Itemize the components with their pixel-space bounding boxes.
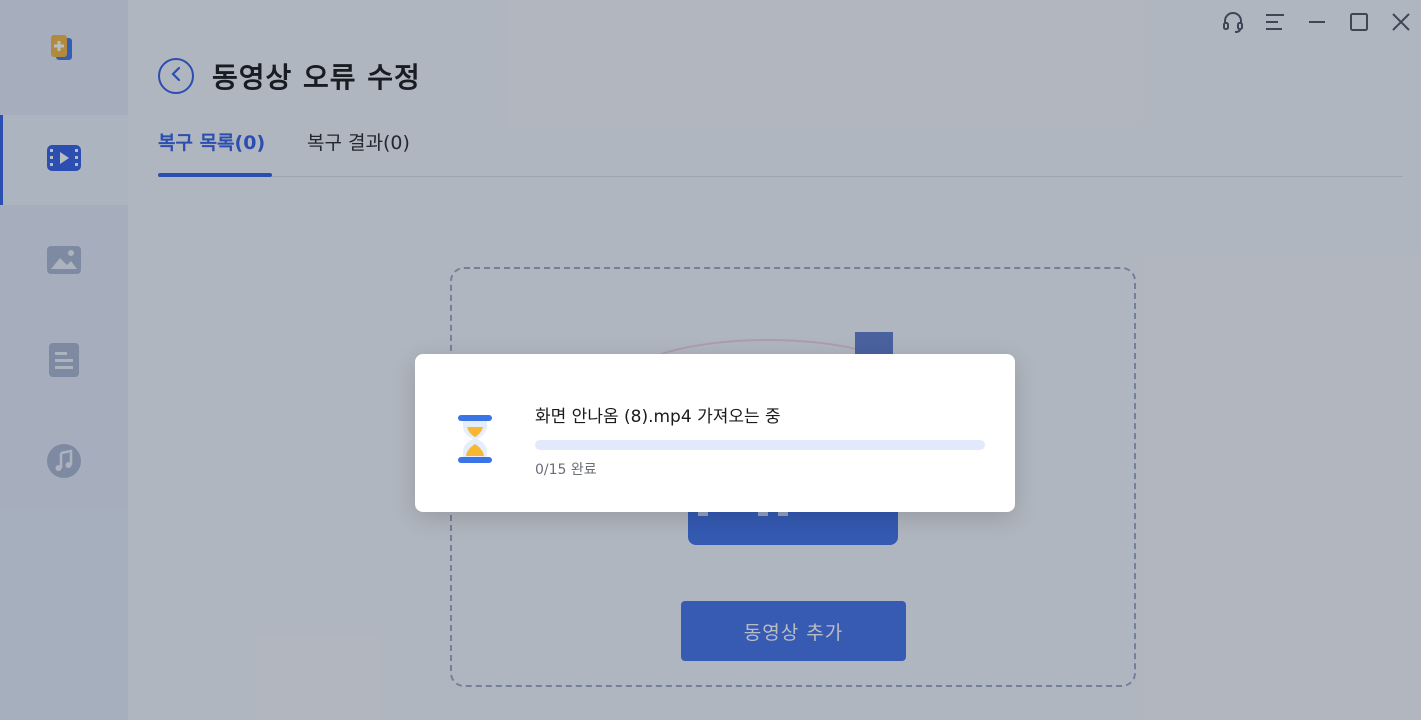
- import-status-text: 화면 안나옴 (8).mp4 가져오는 중: [535, 407, 781, 427]
- progress-count: 0/15 완료: [535, 462, 597, 478]
- import-progress-bar: [535, 440, 985, 450]
- hourglass-icon: [455, 414, 495, 464]
- modal-overlay: 화면 안나옴 (8).mp4 가져오는 중 0/15 완료: [0, 0, 1421, 720]
- import-progress-dialog: 화면 안나옴 (8).mp4 가져오는 중 0/15 완료: [415, 354, 1015, 512]
